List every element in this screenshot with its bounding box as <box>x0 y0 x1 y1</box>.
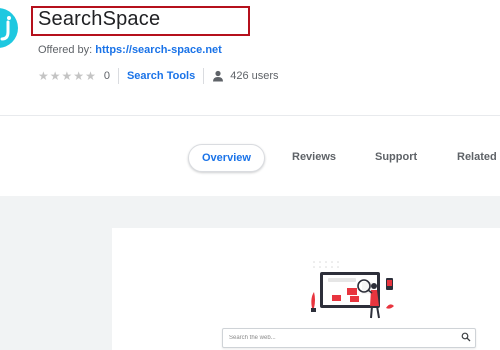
divider <box>203 68 205 84</box>
category-link[interactable]: Search Tools <box>127 70 195 82</box>
extension-logo <box>0 8 18 48</box>
tab-overview[interactable]: Overview <box>188 144 265 172</box>
star-rating[interactable]: ★ ★ ★ ★ ★ <box>38 70 96 82</box>
star-icon: ★ <box>85 69 96 83</box>
divider <box>117 68 119 84</box>
extension-title: SearchSpace <box>38 8 161 30</box>
star-icon: ★ <box>49 69 61 83</box>
tab-support[interactable]: Support <box>375 144 417 170</box>
offered-by: Offered by: https://search-space.net <box>38 44 222 56</box>
star-icon: ★ <box>38 69 49 83</box>
smile-logo-icon <box>0 16 11 41</box>
screenshot-preview[interactable] <box>112 228 500 350</box>
user-icon <box>213 70 224 82</box>
search-illustration-icon <box>311 261 394 319</box>
search-icon[interactable] <box>461 332 471 342</box>
tab-related[interactable]: Related <box>457 144 497 170</box>
screenshot-gallery <box>0 196 500 350</box>
rating-count[interactable]: 0 <box>104 70 110 82</box>
rating-row: ★ ★ ★ ★ ★ 0 Search Tools 426 users <box>38 67 279 85</box>
star-icon: ★ <box>61 69 73 83</box>
user-count: 426 users <box>230 70 279 82</box>
search-input[interactable] <box>229 332 449 344</box>
detail-tabs: Overview Reviews Support Related <box>0 140 500 174</box>
header-divider <box>0 115 500 116</box>
search-bar[interactable] <box>222 328 476 348</box>
tab-reviews[interactable]: Reviews <box>292 144 336 170</box>
star-icon: ★ <box>73 69 85 83</box>
offered-by-label: Offered by: <box>38 44 93 56</box>
offered-by-link[interactable]: https://search-space.net <box>95 44 222 56</box>
